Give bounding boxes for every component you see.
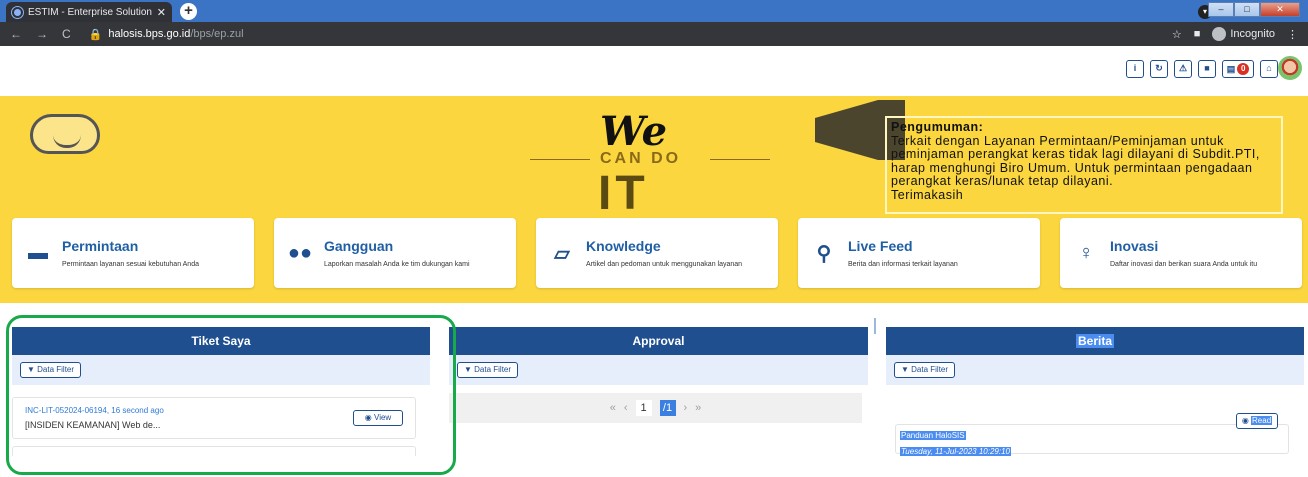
first-page-icon[interactable]: « [610, 402, 616, 414]
url-path: /bps/ep.zul [190, 28, 244, 40]
minimize-button[interactable]: – [1208, 2, 1234, 17]
ticket-id[interactable]: INC-LIT-052024-06194, 16 second ago [25, 406, 164, 415]
card-subtitle: Permintaan layanan sesuai kebutuhan Anda [62, 261, 199, 268]
card-subtitle: Berita dan informasi terkait layanan [848, 261, 958, 268]
news-title[interactable]: Panduan HaloSIS [900, 431, 966, 440]
card-knowledge[interactable]: ▱ Knowledge Artikel dan pedoman untuk men… [536, 218, 778, 288]
browser-tab-bar: ESTIM - Enterprise Solution for T ✕ + ▾ … [0, 0, 1308, 22]
news-date: Tuesday, 11-Jul-2023 10:29:10 [900, 447, 1011, 456]
book-icon: ▱ [554, 242, 570, 265]
filter-label: Data Filter [37, 365, 75, 374]
panel-approval: Approval ▼ Data Filter [449, 327, 868, 385]
page-total: /1 [659, 400, 676, 416]
browser-tab[interactable]: ESTIM - Enterprise Solution for T ✕ [6, 2, 172, 22]
card-subtitle: Daftar inovasi dan berikan suara Anda un… [1110, 261, 1258, 268]
page-current[interactable]: 1 [635, 400, 652, 416]
banner-it: IT [598, 167, 649, 220]
back-icon[interactable]: ← [10, 27, 22, 41]
announcement-end: Terimakasih [891, 187, 964, 202]
card-inovasi[interactable]: ♀ Inovasi Daftar inovasi dan berikan suar… [1060, 218, 1302, 288]
side-panel-icon[interactable]: ■ [1194, 28, 1201, 40]
ticket-item[interactable] [12, 446, 416, 456]
announcement-text: Terkait dengan Layanan Permintaan/Peminj… [891, 133, 1260, 188]
new-tab-button[interactable]: + [180, 3, 197, 20]
view-button[interactable]: ◉ View [353, 410, 403, 426]
close-tab-icon[interactable]: ✕ [157, 6, 166, 19]
banner-we: We [600, 108, 668, 155]
panel-title-text: Berita [1075, 334, 1114, 348]
panel-tiket-saya: Tiket Saya ▼ Data Filter [12, 327, 430, 385]
next-page-icon[interactable]: › [684, 402, 688, 414]
inbox-count-badge: 0 [1237, 63, 1250, 75]
filter-label: Data Filter [911, 365, 949, 374]
announcement-title: Pengumuman: [891, 120, 984, 134]
read-label: Read [1251, 416, 1273, 425]
forward-icon[interactable]: → [36, 27, 48, 41]
panel-title: Berita [886, 327, 1304, 355]
favicon-icon [12, 6, 23, 18]
home-button[interactable]: ⌂ [1260, 60, 1278, 78]
rss-icon: ⚲ [816, 242, 832, 265]
lock-icon: 🔒 [88, 28, 103, 41]
inbox-button[interactable]: ▤ 0 [1222, 60, 1254, 78]
url-host: halosis.bps.go.id [108, 28, 191, 40]
panel-title: Tiket Saya [12, 327, 430, 355]
ticket-text: [INSIDEN KEAMANAN] Web de... [25, 420, 161, 430]
card-title: Inovasi [1110, 238, 1159, 254]
hero-banner: We CAN DO IT Pengumuman: Terkait dengan … [0, 96, 1308, 303]
panel-berita: Berita ▼ Data Filter [886, 327, 1304, 385]
card-title: Gangguan [324, 238, 394, 254]
card-title: Live Feed [848, 238, 913, 254]
panel-title: Approval [449, 327, 868, 355]
window-close-button[interactable]: ✕ [1260, 2, 1300, 17]
last-page-icon[interactable]: » [695, 402, 701, 414]
lightbulb-icon: ♀ [1078, 241, 1094, 264]
card-title: Knowledge [586, 238, 661, 254]
card-subtitle: Artikel dan pedoman untuk menggunakan la… [586, 261, 743, 268]
scrollbar[interactable] [874, 318, 876, 334]
filter-label: Data Filter [474, 365, 512, 374]
window-controls: – □ ✕ [1208, 2, 1300, 17]
pagination: « ‹ 1 /1 › » [449, 393, 862, 423]
prev-page-icon[interactable]: ‹ [624, 402, 628, 414]
browser-toolbar: ← → C 🔒 halosis.bps.go.id/bps/ep.zul ☆ ■… [0, 22, 1308, 46]
info-button[interactable]: i [1126, 60, 1144, 78]
incognito-label: Incognito [1230, 28, 1275, 40]
card-live-feed[interactable]: ⚲ Live Feed Berita dan informasi terkait … [798, 218, 1040, 288]
card-permintaan[interactable]: ▬ Permintaan Permintaan layanan sesuai ke… [12, 218, 254, 288]
data-filter-button[interactable]: ▼ Data Filter [894, 362, 956, 378]
briefcase-icon: ▬ [28, 241, 48, 264]
tab-title: ESTIM - Enterprise Solution for T [28, 6, 152, 18]
inbox-icon: ▤ [1226, 63, 1236, 74]
read-button[interactable]: ◉ Read [1236, 413, 1278, 429]
warning-button[interactable]: ⚠ [1174, 60, 1192, 78]
card-subtitle: Laporkan masalah Anda ke tim dukungan ka… [324, 261, 470, 268]
data-filter-button[interactable]: ▼ Data Filter [457, 362, 519, 378]
data-filter-button[interactable]: ▼ Data Filter [20, 362, 82, 378]
users-icon: ●● [287, 241, 313, 264]
banner-divider [530, 159, 590, 160]
avatar[interactable] [1278, 56, 1302, 80]
view-label: View [374, 413, 392, 422]
bookmark-star-icon[interactable]: ☆ [1172, 28, 1182, 41]
menu-kebab-icon[interactable]: ⋮ [1287, 28, 1298, 41]
banner-divider [710, 159, 770, 160]
ticket-item[interactable]: INC-LIT-052024-06194, 16 second ago [INS… [12, 397, 416, 439]
refresh-button[interactable]: ↻ [1150, 60, 1168, 78]
card-title: Permintaan [62, 238, 139, 254]
maximize-button[interactable]: □ [1234, 2, 1260, 17]
reload-icon[interactable]: C [62, 27, 71, 41]
card-gangguan[interactable]: ●● Gangguan Laporkan masalah Anda ke tim … [274, 218, 516, 288]
announcement-box: Pengumuman: Terkait dengan Layanan Permi… [885, 116, 1283, 214]
book-button[interactable]: ■ [1198, 60, 1216, 78]
address-bar[interactable]: 🔒 halosis.bps.go.id/bps/ep.zul [89, 28, 244, 41]
service-cards: ▬ Permintaan Permintaan layanan sesuai ke… [12, 218, 1302, 288]
incognito-icon [1212, 27, 1227, 41]
news-item[interactable]: Panduan HaloSIS Tuesday, 11-Jul-2023 10:… [895, 413, 1289, 456]
smiley-headset-icon [30, 114, 100, 154]
app-header: i ↻ ⚠ ■ ▤ 0 ⌂ [0, 46, 1308, 96]
incognito-indicator[interactable]: Incognito [1212, 27, 1275, 41]
